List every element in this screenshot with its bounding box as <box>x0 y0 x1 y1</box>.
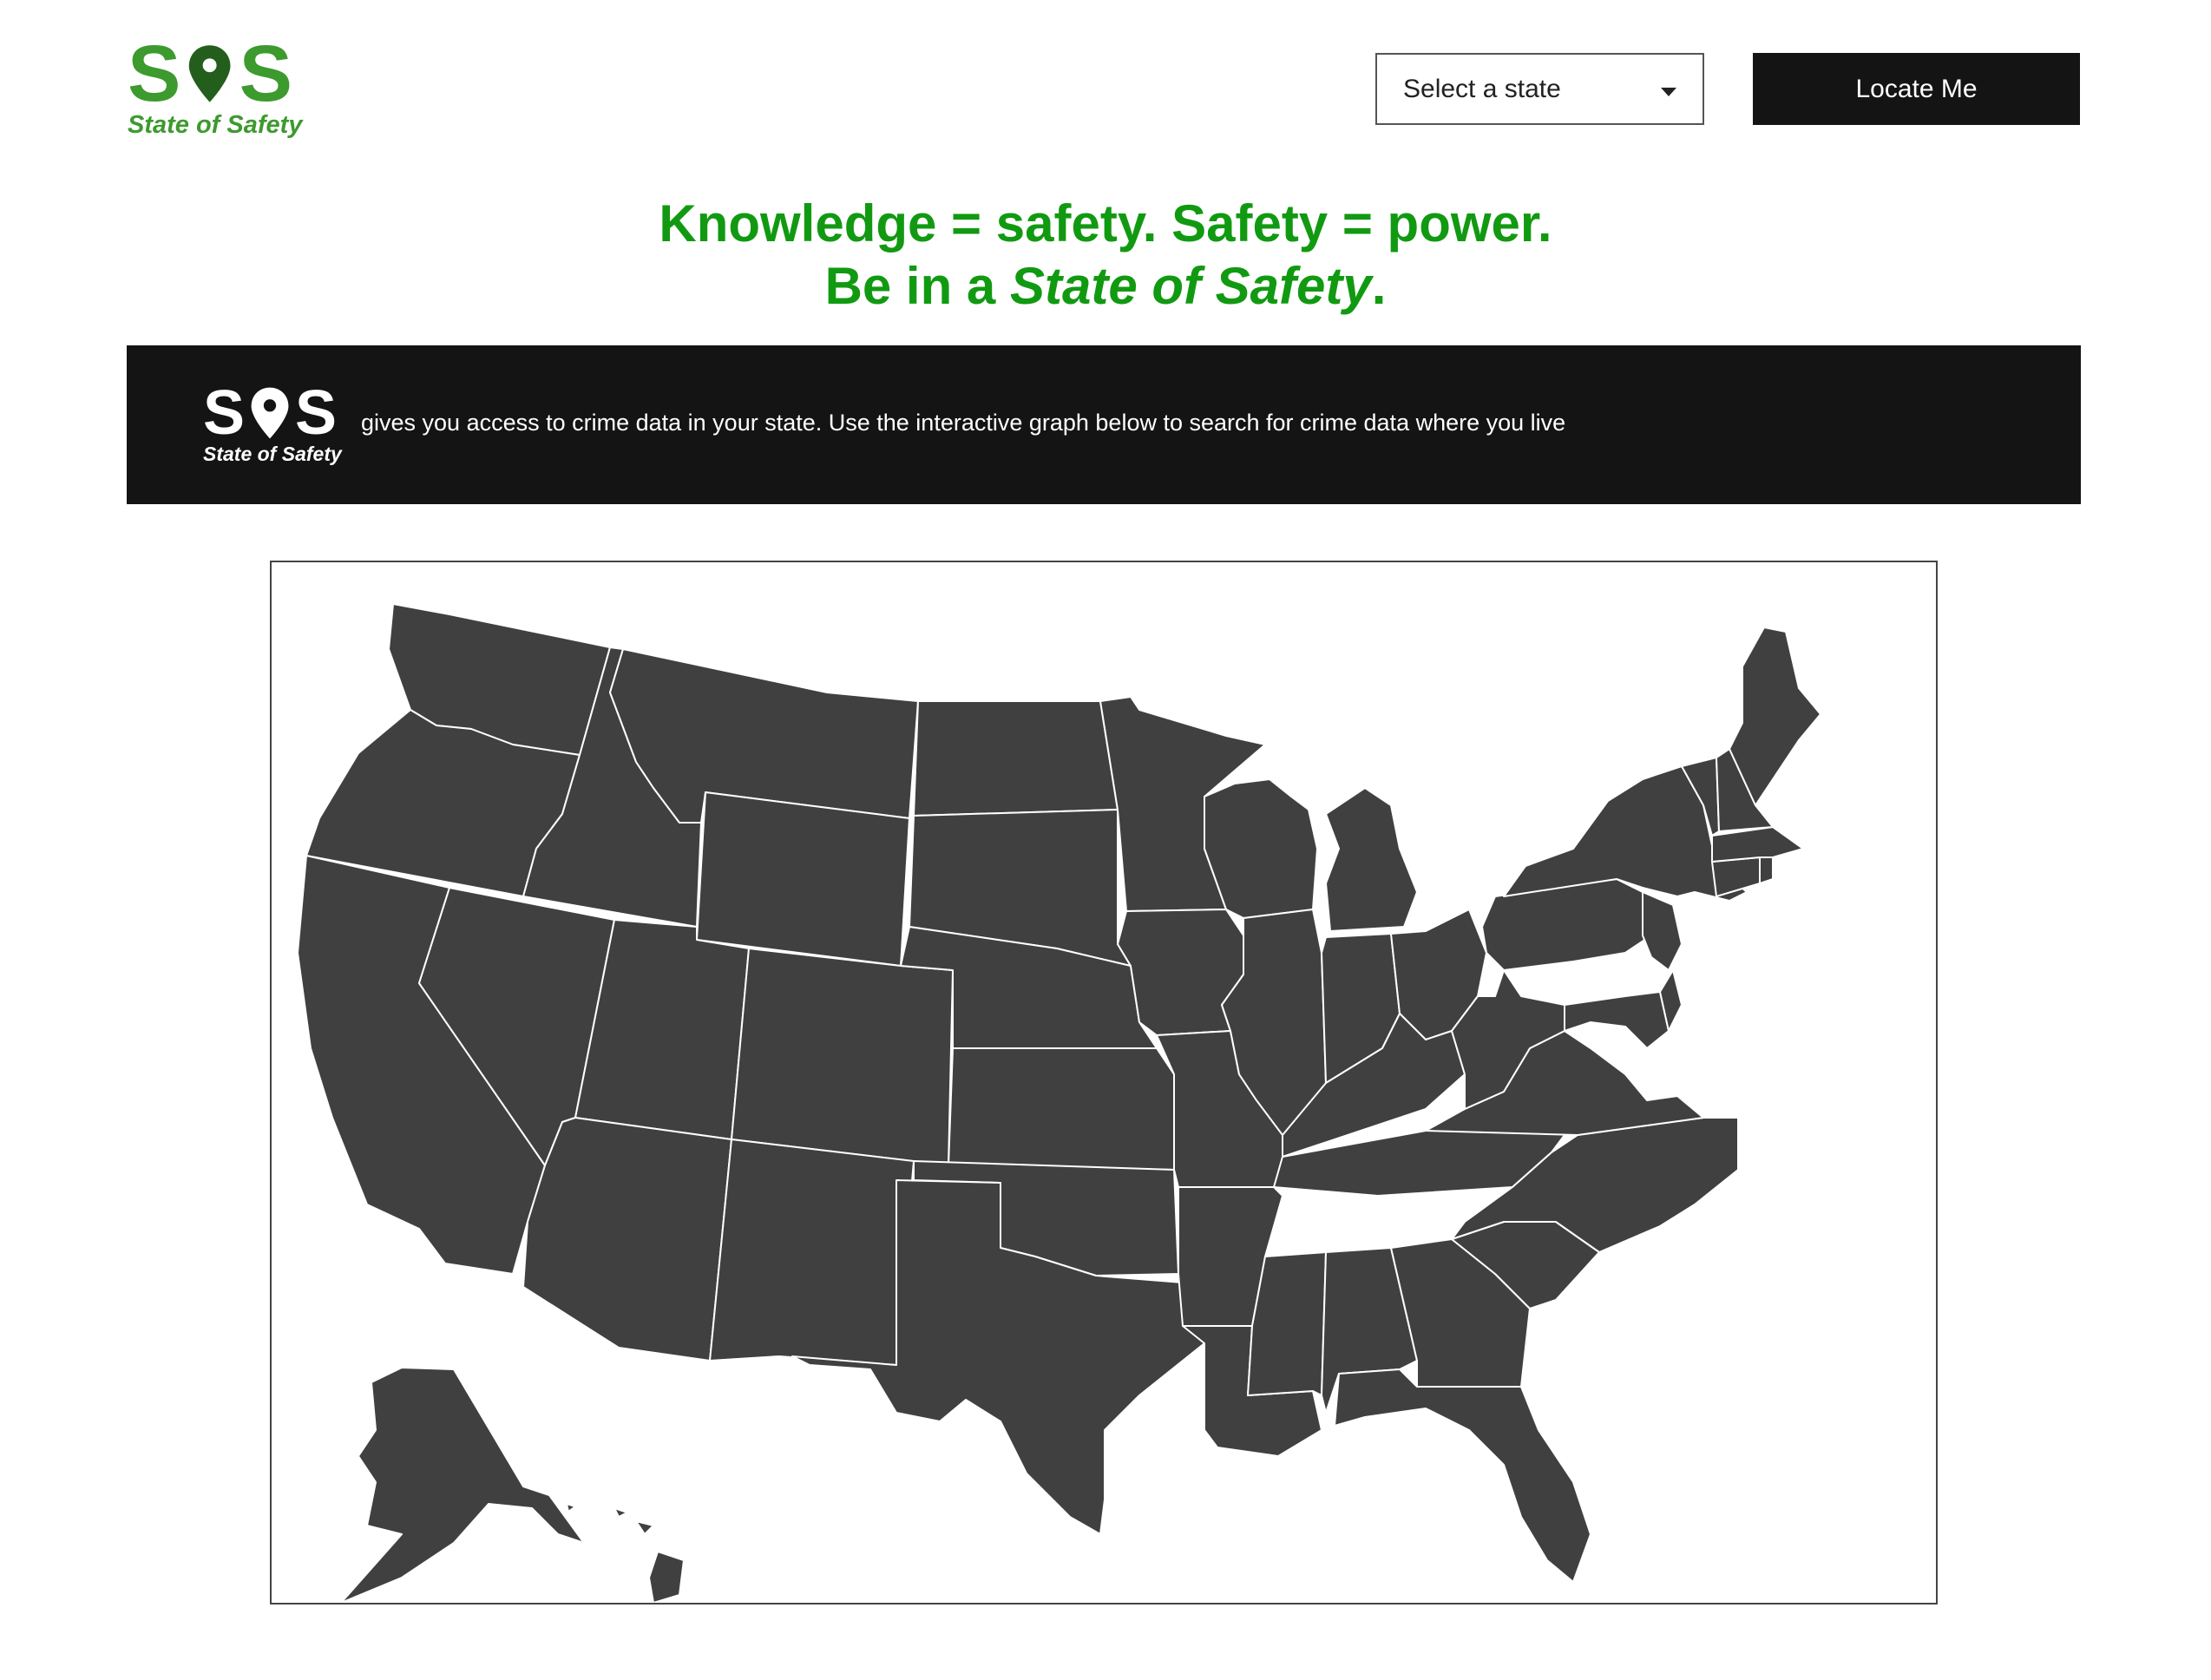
state-massachusetts[interactable] <box>1711 826 1804 863</box>
state-colorado[interactable] <box>731 948 954 1166</box>
state-select-value: Select a state <box>1403 74 1561 103</box>
state-north-dakota[interactable] <box>913 700 1119 817</box>
state-kansas[interactable] <box>948 1047 1175 1171</box>
state-maryland[interactable] <box>1564 991 1670 1049</box>
state-maine[interactable] <box>1729 627 1821 806</box>
logo-tagline: State of Safety <box>128 111 303 139</box>
map-pin-icon <box>189 45 231 102</box>
state-new-mexico[interactable] <box>709 1139 915 1366</box>
hero-line-2: Be in a State of Safety. <box>0 255 2211 318</box>
hero-line-2-emphasis: State of Safety <box>1009 257 1372 315</box>
banner-description: gives you access to crime data in your s… <box>361 410 1566 436</box>
locate-me-button[interactable]: Locate Me <box>1753 53 2080 125</box>
state-connecticut[interactable] <box>1711 856 1761 897</box>
banner-logo-letter-s-left: S <box>203 378 246 448</box>
map-pin-icon <box>251 387 289 439</box>
logo-letter-s-right: S <box>239 30 292 118</box>
hero-line-1: Knowledge = safety. Safety = power. <box>659 194 1552 253</box>
state-select[interactable]: Select a state <box>1375 53 1704 125</box>
state-alaska[interactable] <box>340 1367 585 1603</box>
state-florida[interactable] <box>1334 1368 1591 1583</box>
hero-line-2-suffix: . <box>1371 257 1387 315</box>
state-rhode-island[interactable] <box>1759 856 1774 884</box>
state-arizona[interactable] <box>522 1117 732 1362</box>
logo-letter-s-left: S <box>128 30 181 118</box>
state-new-jersey[interactable] <box>1642 891 1683 971</box>
us-map-svg[interactable] <box>272 562 1936 1603</box>
info-banner: S S State of Safety gives you access to … <box>127 345 2081 504</box>
us-map[interactable] <box>270 561 1938 1605</box>
state-wyoming[interactable] <box>696 791 910 967</box>
hero-tagline: Knowledge = safety. Safety = power. Be i… <box>0 193 2211 318</box>
banner-logo-tagline: State of Safety <box>203 443 342 465</box>
site-logo[interactable]: S S State of Safety <box>128 30 303 139</box>
banner-logo: S S State of Safety <box>203 378 342 466</box>
hero-line-2-prefix: Be in a <box>824 257 1010 315</box>
banner-logo-letter-s-right: S <box>295 378 338 448</box>
state-hawaii[interactable] <box>566 1503 685 1603</box>
chevron-down-icon <box>1661 88 1676 96</box>
state-wisconsin[interactable] <box>1204 778 1318 919</box>
state-michigan[interactable] <box>1325 787 1418 932</box>
